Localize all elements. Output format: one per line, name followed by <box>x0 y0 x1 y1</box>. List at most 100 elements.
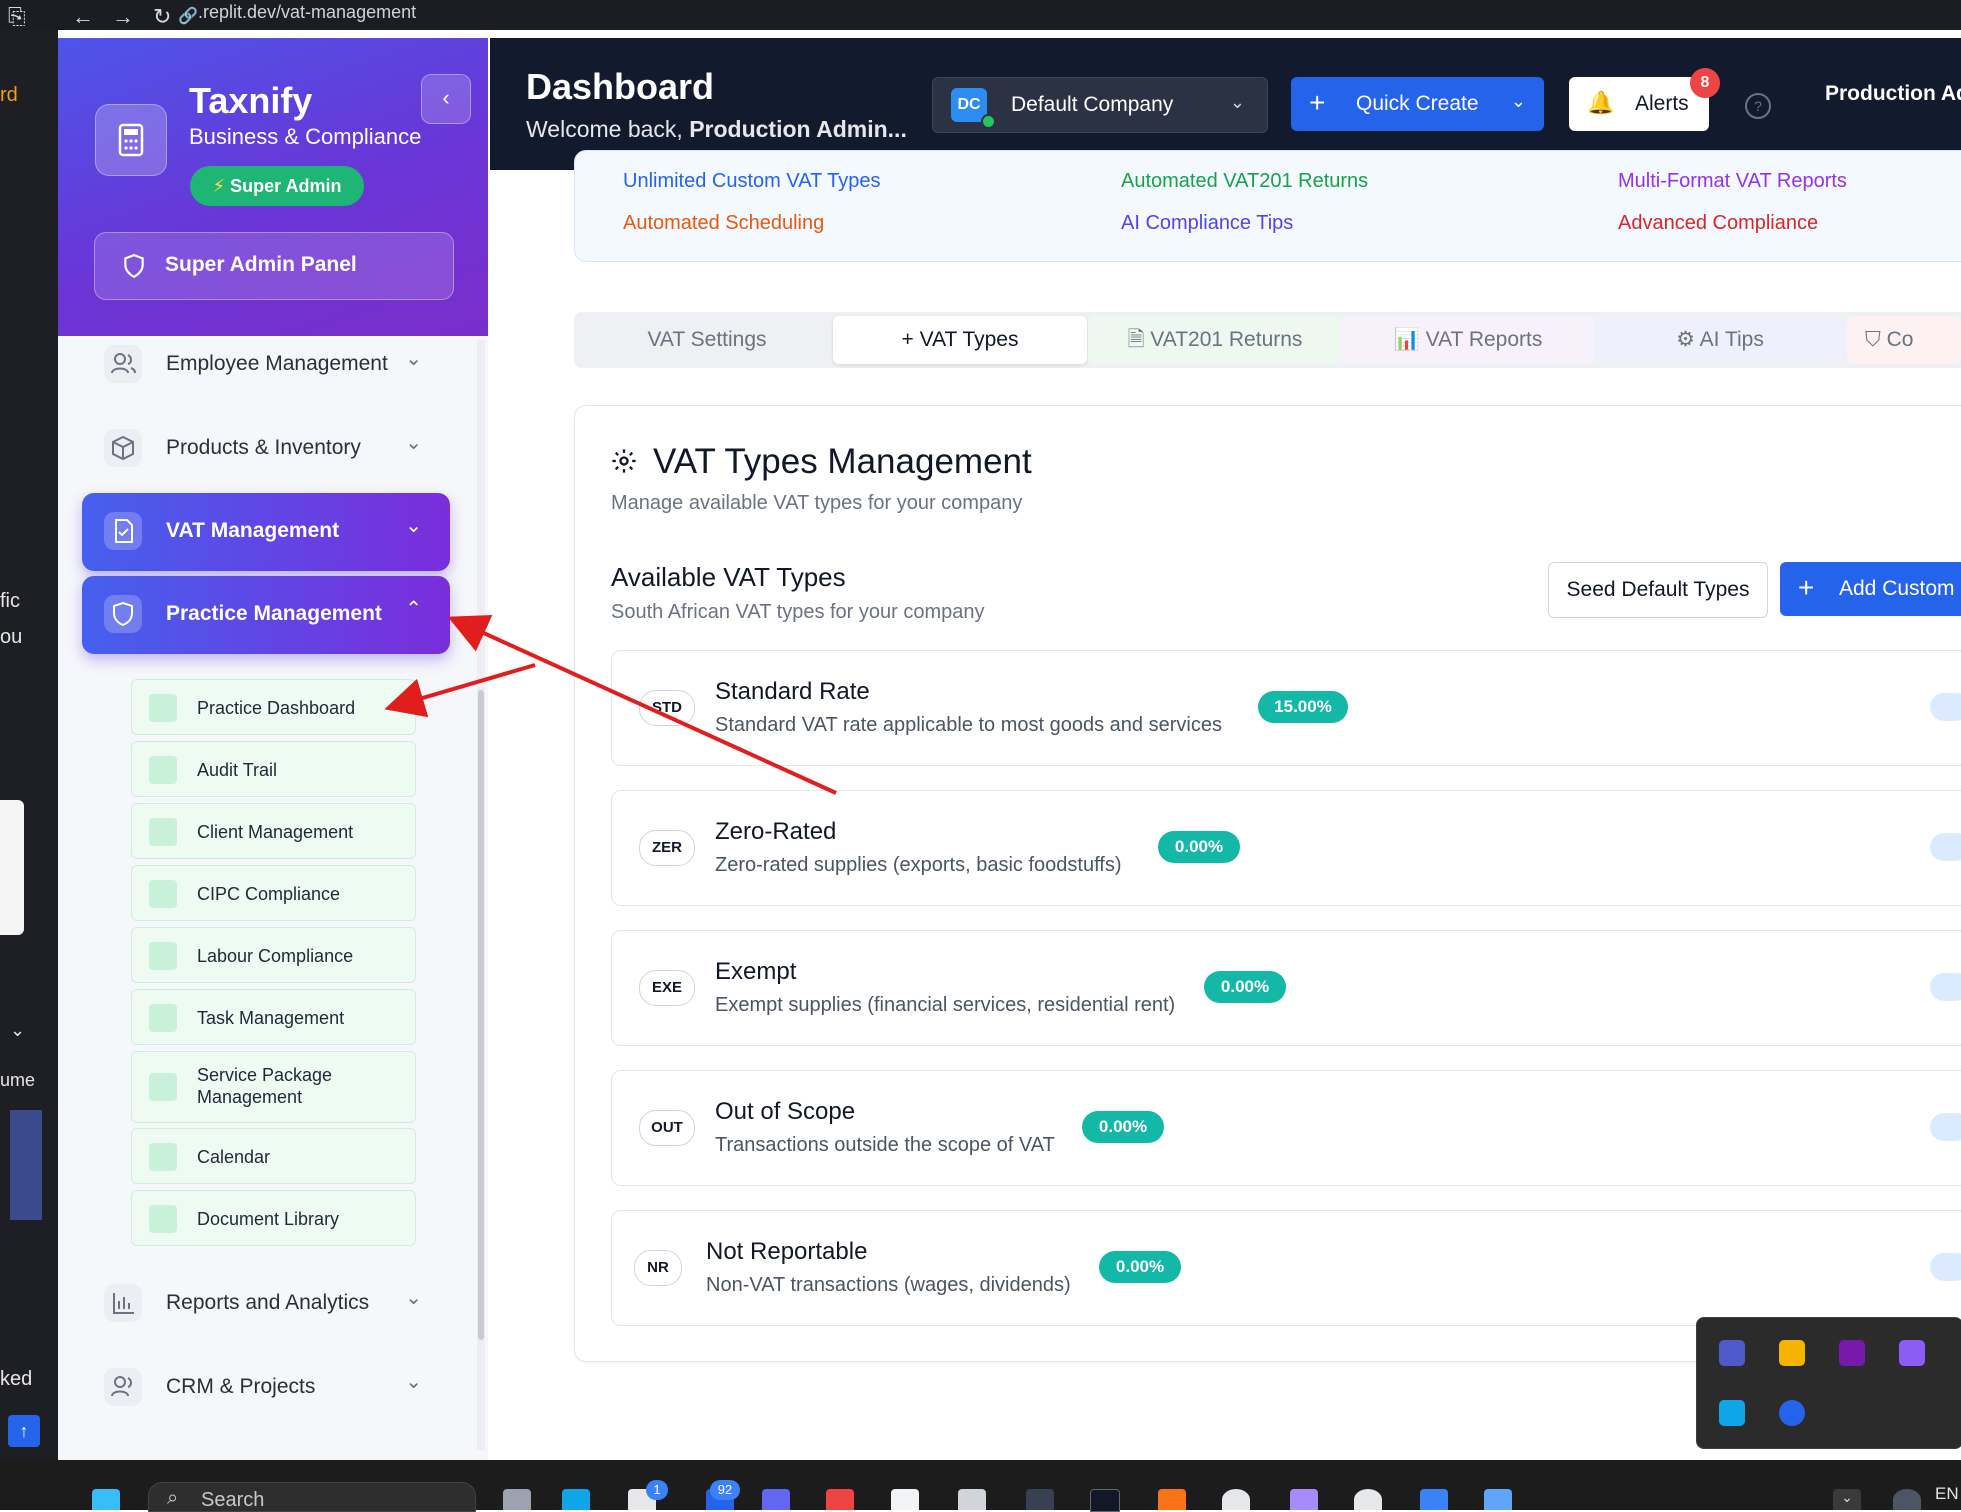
item-icon <box>149 694 177 722</box>
app-icon[interactable] <box>762 1489 790 1510</box>
app-icon[interactable] <box>1420 1489 1448 1510</box>
item-icon <box>149 756 177 784</box>
subnav-cipc-compliance[interactable]: CIPC Compliance <box>131 865 416 921</box>
app-icon[interactable] <box>1158 1489 1186 1510</box>
subnav-practice-dashboard[interactable]: Practice Dashboard <box>131 679 416 735</box>
users-icon <box>104 345 142 383</box>
subnav-audit-trail[interactable]: Audit Trail <box>131 741 416 797</box>
vat-type-description: Standard VAT rate applicable to most goo… <box>715 714 1222 736</box>
edge-icon[interactable] <box>562 1489 590 1510</box>
seed-default-types-button[interactable]: Seed Default Types <box>1548 562 1768 618</box>
alerts-button[interactable]: 🔔 Alerts <box>1569 77 1709 131</box>
tab-vat201-returns[interactable]: 🗎 VAT201 Returns <box>1088 316 1342 364</box>
vat-rate-badge: 0.00% <box>1082 1111 1164 1143</box>
tab-vat-types[interactable]: + VAT Types <box>833 316 1087 364</box>
sidebar-item-vat-management[interactable]: VAT Management ⌄ <box>82 493 450 571</box>
windows-start-icon[interactable] <box>92 1489 120 1510</box>
address-bar[interactable]: .replit.dev/vat-management <box>198 2 416 23</box>
sidebar-scrollbar-thumb[interactable] <box>478 690 484 1340</box>
tab-ai-tips[interactable]: ⚙ AI Tips <box>1594 316 1846 364</box>
tab-vat-settings[interactable]: VAT Settings <box>580 316 834 364</box>
bluetooth-icon[interactable] <box>1779 1400 1805 1426</box>
taskbar-badge: 92 <box>710 1480 740 1500</box>
reload-icon[interactable]: ↻ <box>153 4 171 30</box>
online-status-dot <box>981 114 996 129</box>
subnav-label: Service Package Management <box>197 1065 333 1107</box>
shield-icon: ⛉ <box>1865 328 1881 351</box>
input-language[interactable]: EN <box>1935 1484 1959 1504</box>
sidebar-item-products-inventory[interactable]: Products & Inventory ⌄ <box>82 410 450 488</box>
subnav-label: Task Management <box>197 1008 345 1028</box>
feather-icon[interactable] <box>1899 1340 1925 1366</box>
admin-panel-label: Super Admin Panel <box>165 253 357 276</box>
shield-icon <box>104 595 142 633</box>
app-icon[interactable] <box>1484 1489 1512 1510</box>
office-icon[interactable] <box>826 1489 854 1510</box>
user-name[interactable]: Production Ad <box>1825 82 1961 106</box>
vat-type-row[interactable] <box>611 1070 1961 1186</box>
chat-icon[interactable]: ⎘ <box>8 4 26 30</box>
bell-icon: 🔔 <box>1587 90 1615 115</box>
subnav-label: Audit Trail <box>197 760 278 780</box>
tab-vat-reports[interactable]: 📊 VAT Reports <box>1341 316 1595 364</box>
feather-icon[interactable] <box>1290 1489 1318 1510</box>
subnav-client-management[interactable]: Client Management <box>131 803 416 859</box>
thumbnail-preview <box>10 1110 42 1220</box>
teams-icon[interactable] <box>1719 1340 1745 1366</box>
feature-item: Unlimited Custom VAT Types <box>623 170 881 193</box>
sidebar-item-employee-management[interactable]: Employee Management ⌄ <box>82 326 450 404</box>
plus-icon: + <box>1309 87 1326 118</box>
row-action-toggle[interactable] <box>1930 1113 1961 1141</box>
subnav-label: Practice Dashboard <box>197 698 356 718</box>
sidebar-item-crm-projects[interactable]: CRM & Projects ⌄ <box>82 1349 450 1427</box>
chevron-down-icon[interactable]: ⌄ <box>1833 1489 1861 1510</box>
arrow-up-icon[interactable]: ↑ <box>8 1415 40 1447</box>
row-action-toggle[interactable] <box>1930 833 1961 861</box>
task-view-icon[interactable] <box>503 1489 531 1510</box>
onenote-icon[interactable] <box>1839 1340 1865 1366</box>
row-action-toggle[interactable] <box>1930 973 1961 1001</box>
github-icon[interactable] <box>1222 1489 1250 1510</box>
tiktok-icon[interactable] <box>1090 1489 1120 1512</box>
chevron-down-icon[interactable]: ⌄ <box>10 1020 25 1041</box>
subnav-task-management[interactable]: Task Management <box>131 989 416 1045</box>
chevron-up-icon: ⌃ <box>405 598 422 620</box>
back-icon[interactable]: ← <box>72 4 94 30</box>
collapse-sidebar-button[interactable]: ‹ <box>421 74 471 124</box>
row-action-toggle[interactable] <box>1930 693 1961 721</box>
google-drive-icon[interactable] <box>1779 1340 1805 1366</box>
sidebar-item-label: Employee Management <box>166 352 388 375</box>
github-icon[interactable] <box>1354 1489 1382 1510</box>
forward-icon[interactable]: → <box>112 4 134 30</box>
sidebar-item-practice-management[interactable]: Practice Management ⌃ <box>82 576 450 654</box>
super-admin-panel-button[interactable]: Super Admin Panel <box>94 232 454 300</box>
app-icon[interactable] <box>1026 1489 1054 1510</box>
subnav-labour-compliance[interactable]: Labour Compliance <box>131 927 416 983</box>
vat-type-row[interactable] <box>611 1210 1961 1326</box>
row-action-toggle[interactable] <box>1930 1253 1961 1281</box>
tab-label: VAT Reports <box>1425 328 1543 351</box>
chevron-down-icon: ⌄ <box>405 1371 422 1393</box>
video-icon[interactable] <box>891 1489 919 1510</box>
defender-shield-icon[interactable] <box>1719 1400 1745 1426</box>
network-icon[interactable] <box>1893 1489 1921 1510</box>
help-icon[interactable]: ? <box>1745 93 1771 119</box>
role-badge: ⚡ Super Admin <box>190 166 364 206</box>
app-icon[interactable] <box>958 1489 986 1510</box>
company-selector[interactable]: DC Default Company ⌄ <box>932 77 1268 133</box>
sidebar-item-reports-analytics[interactable]: Reports and Analytics ⌄ <box>82 1265 450 1343</box>
vat-type-row[interactable] <box>611 790 1961 906</box>
vat-type-row[interactable] <box>611 930 1961 1046</box>
item-icon <box>149 1004 177 1032</box>
feature-label: AI Compliance Tips <box>1121 212 1294 234</box>
subnav-service-package-management[interactable]: Service Package Management <box>131 1051 416 1123</box>
add-custom-button[interactable]: + Add Custom <box>1780 562 1961 616</box>
subnav-document-library[interactable]: Document Library <box>131 1190 416 1246</box>
quick-create-button[interactable]: + Quick Create ⌄ <box>1291 77 1544 131</box>
taskbar-search[interactable]: ⌕ Search <box>148 1482 476 1512</box>
brand-subtitle: Business & Compliance <box>189 124 422 149</box>
subnav-label: Calendar <box>197 1147 271 1167</box>
subnav-calendar[interactable]: Calendar <box>131 1128 416 1184</box>
vat-type-name: Exempt <box>715 958 797 985</box>
tab-compliance[interactable]: ⛉ Co <box>1847 316 1961 364</box>
